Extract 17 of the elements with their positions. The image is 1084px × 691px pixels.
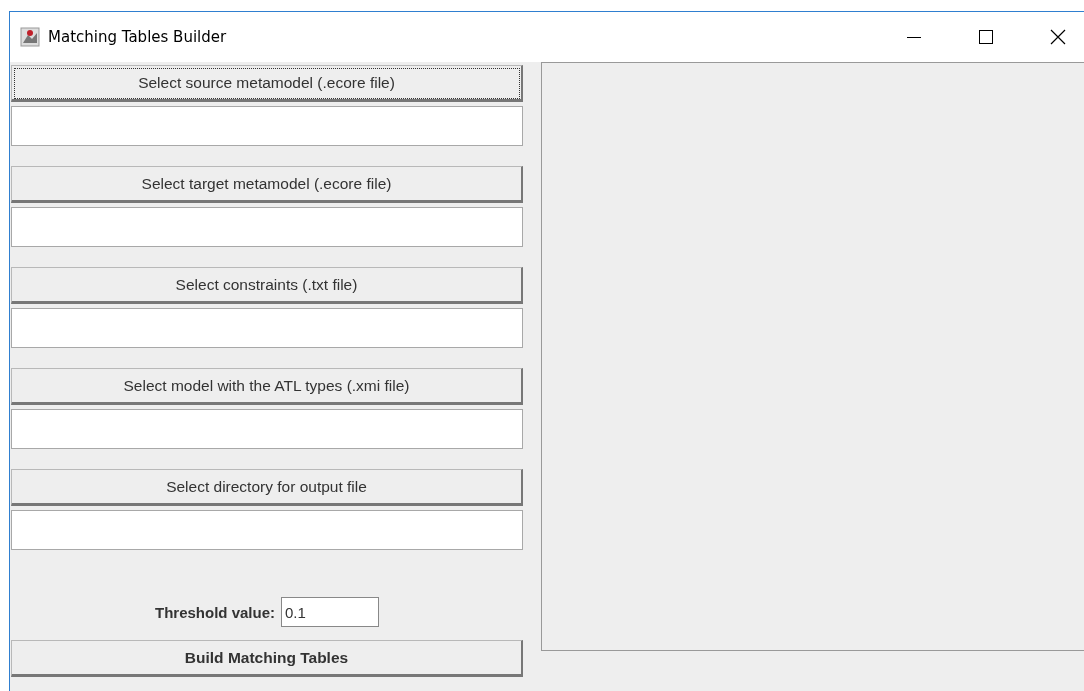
- threshold-label: Threshold value:: [155, 603, 275, 621]
- path-field[interactable]: [11, 106, 523, 146]
- select-file-button[interactable]: Select constraints (.txt file): [11, 267, 523, 304]
- select-file-button[interactable]: Select source metamodel (.ecore file): [11, 65, 523, 102]
- build-button[interactable]: Build Matching Tables: [11, 640, 523, 677]
- close-icon[interactable]: [1050, 29, 1066, 45]
- app-icon: [20, 27, 40, 47]
- threshold-field[interactable]: 0.1: [281, 597, 379, 627]
- window-title: Matching Tables Builder: [48, 28, 227, 46]
- path-field[interactable]: [11, 207, 523, 247]
- path-field[interactable]: [11, 308, 523, 348]
- path-field[interactable]: [11, 409, 523, 449]
- select-file-button[interactable]: Select model with the ATL types (.xmi file): [11, 368, 523, 405]
- select-file-button[interactable]: Select directory for output file: [11, 469, 523, 506]
- maximize-icon[interactable]: [978, 29, 994, 45]
- path-field[interactable]: [11, 510, 523, 550]
- select-file-button[interactable]: Select target metamodel (.ecore file): [11, 166, 523, 203]
